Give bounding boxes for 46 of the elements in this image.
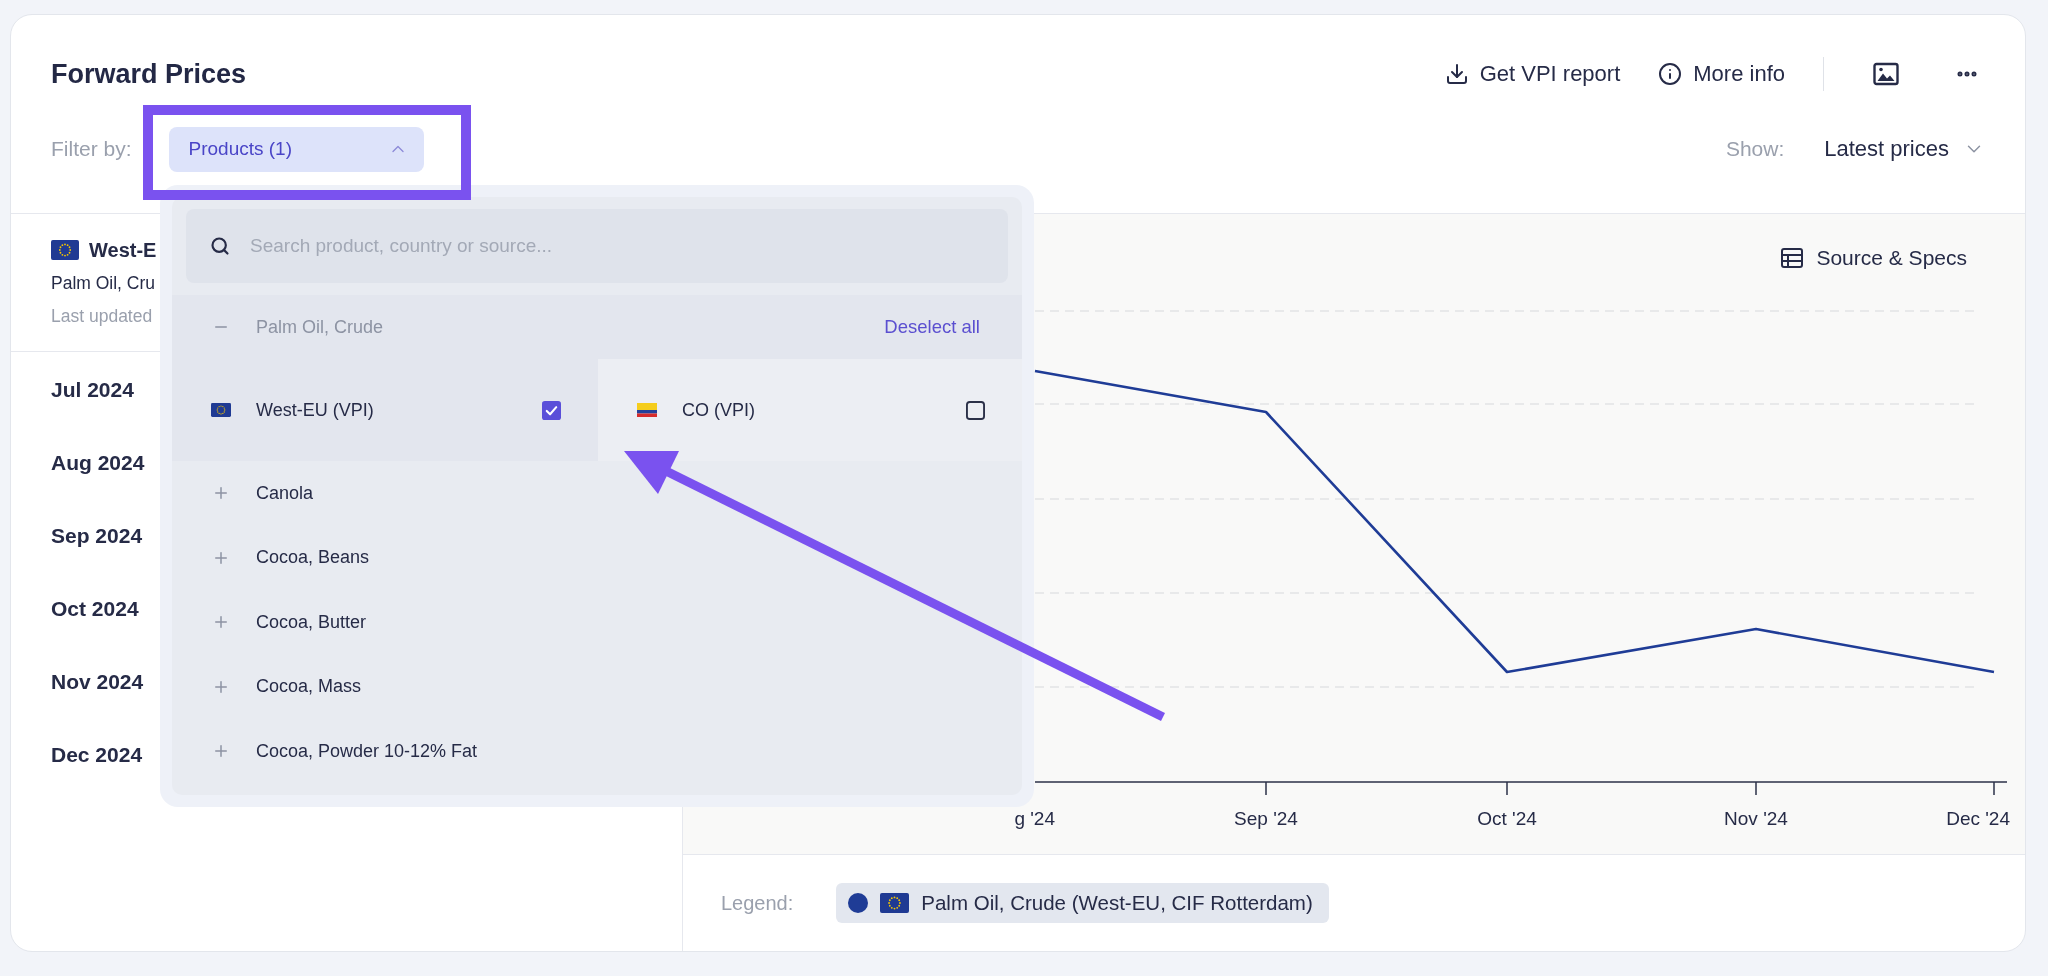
eu-flag-icon	[880, 893, 910, 913]
checkbox[interactable]	[542, 400, 561, 420]
product-option[interactable]: Cocoa, Powder 10-12% Fat	[172, 719, 1022, 784]
page-title: Forward Prices	[51, 58, 247, 90]
table-icon	[1780, 246, 1805, 270]
search-field[interactable]: Search product, country or source...	[186, 209, 1008, 283]
more-info-button[interactable]: More info	[1658, 61, 1785, 87]
info-icon	[1658, 62, 1683, 86]
product-option[interactable]: Cocoa, Beans	[172, 525, 1022, 590]
legend-text: Palm Oil, Crude (West-EU, CIF Rotterdam)	[921, 891, 1313, 915]
month-label: Sep 2024	[51, 523, 143, 548]
filter-label: Filter by:	[51, 137, 132, 161]
search-input[interactable]: Search product, country or source...	[250, 235, 990, 257]
eu-flag-icon	[51, 240, 79, 260]
month-label: Oct 2024	[51, 596, 139, 621]
eu-flag-icon	[211, 403, 231, 417]
product-option[interactable]: Cocoa, Mass	[172, 654, 1022, 719]
checkbox[interactable]	[966, 400, 985, 420]
axis-label: Oct '24	[1477, 808, 1537, 829]
axis-label: Nov '24	[1724, 808, 1788, 829]
image-icon[interactable]	[1873, 62, 1899, 86]
product-option[interactable]: Cocoa, Butter	[172, 590, 1022, 655]
legend-label: Legend:	[721, 891, 794, 915]
deselect-all-link[interactable]: Deselect all	[884, 316, 980, 338]
last-updated: Last updated	[51, 305, 153, 328]
products-filter-button[interactable]: Products (1)	[168, 126, 424, 172]
download-icon	[1444, 62, 1469, 86]
month-label: Aug 2024	[51, 450, 145, 475]
month-label: Nov 2024	[51, 669, 144, 694]
month-label: Jul 2024	[51, 377, 134, 402]
axis-label: Sep '24	[1234, 808, 1298, 829]
axis-label: g '24	[1014, 808, 1055, 829]
series-product: Palm Oil, Cru	[51, 272, 156, 295]
get-report-button[interactable]: Get VPI report	[1444, 61, 1621, 87]
source-option[interactable]: West-EU (VPI)	[172, 359, 598, 461]
source-option[interactable]: CO (VPI)	[598, 359, 1022, 461]
show-label: Show:	[1725, 137, 1785, 161]
source-specs-button[interactable]: Source & Specs	[1780, 246, 1967, 270]
show-select[interactable]: Latest prices	[1824, 136, 1985, 162]
axis-label: Dec '24	[1946, 808, 2010, 829]
search-icon	[210, 236, 230, 256]
product-name: Palm Oil, Crude	[256, 316, 384, 338]
month-label: Dec 2024	[51, 742, 143, 767]
colombia-flag-icon	[637, 403, 657, 417]
product-option[interactable]: Canola	[172, 461, 1022, 526]
series-title: West-E	[89, 238, 157, 262]
